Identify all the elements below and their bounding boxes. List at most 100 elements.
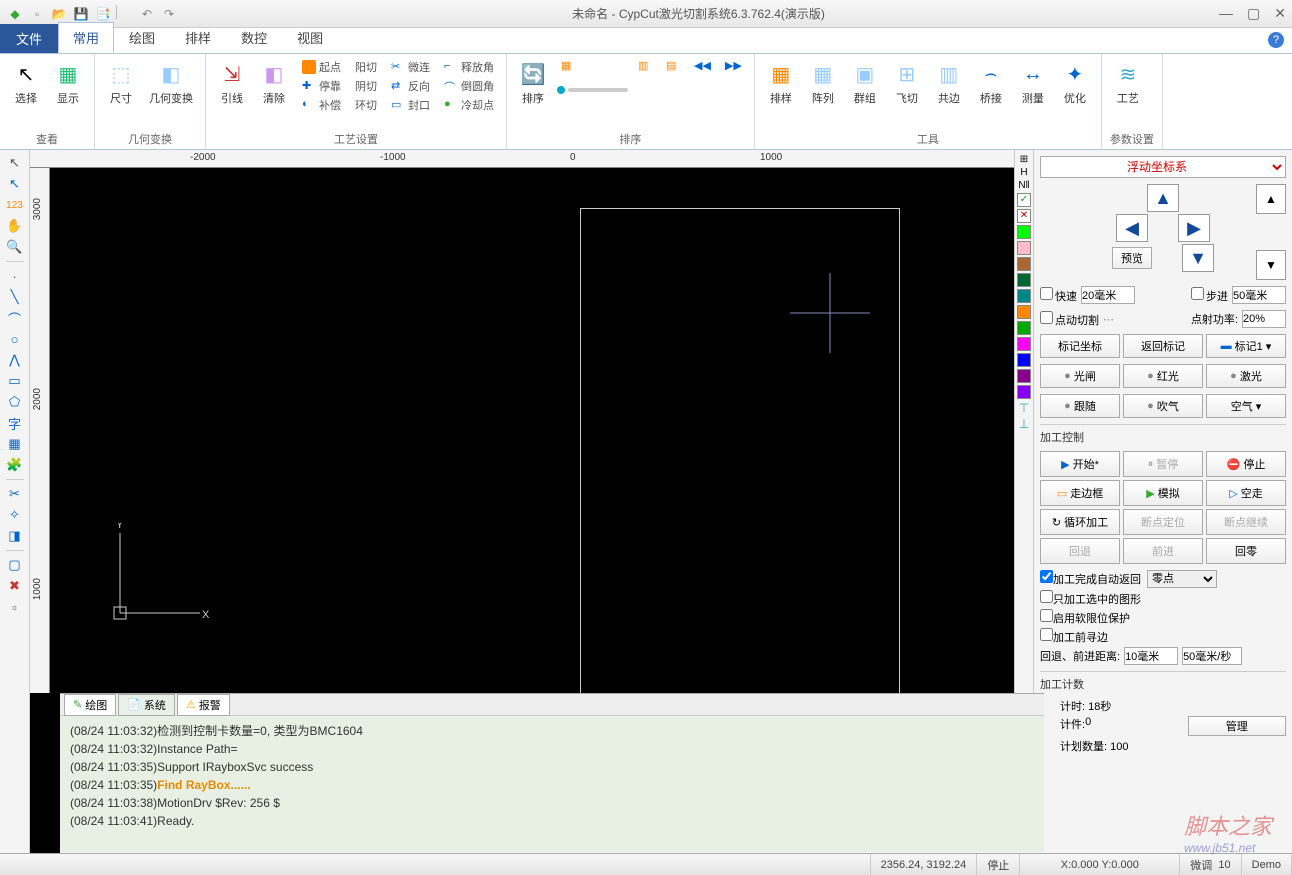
optimize-button[interactable]: ✦优化 xyxy=(1057,58,1093,108)
new-icon[interactable]: ▫ xyxy=(28,5,46,23)
next-btn[interactable]: ▶▶ xyxy=(721,58,746,73)
trim-button[interactable]: ▥共边 xyxy=(931,58,967,108)
reverse-btn[interactable]: ⇄反向 xyxy=(387,77,434,95)
loop-button[interactable]: ↻循环加工 xyxy=(1040,509,1120,535)
home-button[interactable]: 回零 xyxy=(1206,538,1286,564)
back-button[interactable]: 回退 xyxy=(1040,538,1120,564)
comp-btn[interactable]: ◐补偿 xyxy=(298,96,345,114)
layer-teal[interactable] xyxy=(1017,289,1031,303)
follow-button[interactable]: ●跟随 xyxy=(1040,394,1120,418)
s2[interactable]: ▥ xyxy=(634,58,656,74)
cool-btn[interactable]: ●冷却点 xyxy=(440,96,498,114)
close-icon[interactable]: ✕ xyxy=(1274,5,1286,22)
fast-input[interactable] xyxy=(1081,286,1135,304)
opt1-combo[interactable]: 零点 xyxy=(1147,570,1217,588)
s3[interactable]: ▤ xyxy=(662,58,684,74)
layer-purple2[interactable] xyxy=(1017,385,1031,399)
status-fine[interactable]: 微调 10 xyxy=(1180,854,1241,875)
start-btn[interactable]: 起点 xyxy=(298,58,345,76)
tool-b[interactable]: ✧ xyxy=(5,506,25,524)
jog-up[interactable]: ▲ xyxy=(1147,184,1179,212)
tool-rect[interactable]: ▭ xyxy=(5,372,25,390)
logtab-draw[interactable]: ✎绘图 xyxy=(64,694,116,716)
pause-button[interactable]: ⏸暂停 xyxy=(1123,451,1203,477)
draw-area[interactable]: 3000 2000 1000 Y X xyxy=(30,168,1014,693)
layer-visibility-icon[interactable]: ⊞ xyxy=(1020,154,1028,165)
opt4-check[interactable]: 加工前寻边 xyxy=(1040,628,1286,645)
group-button[interactable]: ▣群组 xyxy=(847,58,883,108)
laser-button[interactable]: ●激光 xyxy=(1206,364,1286,388)
tool-c[interactable]: ◨ xyxy=(5,527,25,545)
size-button[interactable]: ⬚尺寸 xyxy=(103,58,139,108)
layer-n-icon[interactable]: N‖ xyxy=(1018,180,1029,191)
tab-view[interactable]: 视图 xyxy=(282,22,338,53)
preview-button[interactable]: 预览 xyxy=(1112,247,1152,269)
opt1-check[interactable]: 加工完成自动返回 xyxy=(1040,570,1141,588)
dry-button[interactable]: ▷空走 xyxy=(1206,480,1286,506)
layer-green2[interactable] xyxy=(1017,321,1031,335)
jogcut-check[interactable]: 点动切割 xyxy=(1040,311,1099,328)
show-button[interactable]: ▦显示 xyxy=(50,58,86,108)
layer-purple[interactable] xyxy=(1017,369,1031,383)
help-icon[interactable]: ? xyxy=(1268,32,1284,48)
tab-common[interactable]: 常用 xyxy=(58,22,114,53)
tool-d[interactable]: ▢ xyxy=(5,556,25,574)
tool-zoom[interactable]: 🔍 xyxy=(5,238,25,256)
layout2-button[interactable]: ▦排样 xyxy=(763,58,799,108)
jog-down[interactable]: ▼ xyxy=(1182,244,1214,272)
returnmark-button[interactable]: 返回标记 xyxy=(1123,334,1203,358)
release-btn[interactable]: ⌐释放角 xyxy=(440,58,498,76)
measure-button[interactable]: ↔测量 xyxy=(1015,58,1051,108)
layer-dkgreen[interactable] xyxy=(1017,273,1031,287)
layer-check[interactable]: ✓ xyxy=(1017,193,1031,207)
canvas[interactable]: Y X xyxy=(50,168,1014,693)
yang-btn[interactable]: 阳切 xyxy=(351,58,381,76)
tool-polyline[interactable]: ⋀ xyxy=(5,351,25,369)
maximize-icon[interactable]: ▢ xyxy=(1247,5,1260,22)
fast-check[interactable]: 快速 xyxy=(1040,287,1077,304)
shutter-button[interactable]: ●光闸 xyxy=(1040,364,1120,388)
coord-combo[interactable]: 浮动坐标系 xyxy=(1040,156,1286,178)
clear-button[interactable]: ◧清除 xyxy=(256,58,292,108)
tool-node[interactable]: ↖ xyxy=(5,175,25,193)
saveas-icon[interactable]: 📑 xyxy=(94,5,112,23)
bf1-input[interactable] xyxy=(1124,647,1178,665)
stop-button[interactable]: ⛔停止 xyxy=(1206,451,1286,477)
dock-btn[interactable]: ✚停靠 xyxy=(298,77,345,95)
tool-circle[interactable]: ○ xyxy=(5,330,25,348)
select-button[interactable]: ↖选择 xyxy=(8,58,44,108)
jog-left[interactable]: ◀ xyxy=(1116,214,1148,242)
tool-line[interactable]: ╲ xyxy=(5,288,25,306)
bf2-input[interactable] xyxy=(1182,647,1242,665)
blow-button[interactable]: ●吹气 xyxy=(1123,394,1203,418)
fwd-button[interactable]: 前进 xyxy=(1123,538,1203,564)
layer-x[interactable]: ✕ xyxy=(1017,209,1031,223)
mark1-combo[interactable]: ▬标记1▾ xyxy=(1206,334,1286,358)
bridge-button[interactable]: ⌢桥接 xyxy=(973,58,1009,108)
tab-draw[interactable]: 绘图 xyxy=(114,22,170,53)
lead-button[interactable]: ⇲引线 xyxy=(214,58,250,108)
logtab-alarm[interactable]: ⚠报警 xyxy=(177,694,230,716)
tool-puzzle[interactable]: 🧩 xyxy=(5,456,25,474)
ring-btn[interactable]: 环切 xyxy=(351,96,381,114)
tool-point[interactable]: · xyxy=(5,267,25,285)
z-up-button[interactable]: ▲ xyxy=(1256,184,1286,214)
red-button[interactable]: ●红光 xyxy=(1123,364,1203,388)
opt3-check[interactable]: 启用软限位保护 xyxy=(1040,609,1286,626)
tool-grid[interactable]: ▦ xyxy=(5,435,25,453)
tool-text[interactable]: 字 xyxy=(5,414,25,432)
prev-btn[interactable]: ◀◀ xyxy=(690,58,715,73)
tool-f[interactable]: ▫ xyxy=(5,598,25,616)
tab-layout[interactable]: 排样 xyxy=(170,22,226,53)
bpcont-button[interactable]: 断点继续 xyxy=(1206,509,1286,535)
step-check[interactable]: 步进 xyxy=(1191,287,1228,304)
layer-top-icon[interactable]: ⊤ xyxy=(1019,401,1029,415)
sim-button[interactable]: ▶模拟 xyxy=(1123,480,1203,506)
tool-a[interactable]: ✂ xyxy=(5,485,25,503)
z-down-button[interactable]: ▼ xyxy=(1256,250,1286,280)
manage-button[interactable]: 管理 xyxy=(1188,716,1286,736)
layer-lime[interactable] xyxy=(1017,225,1031,239)
tool-e[interactable]: ✖ xyxy=(5,577,25,595)
layer-brown[interactable] xyxy=(1017,257,1031,271)
jog-right[interactable]: ▶ xyxy=(1178,214,1210,242)
